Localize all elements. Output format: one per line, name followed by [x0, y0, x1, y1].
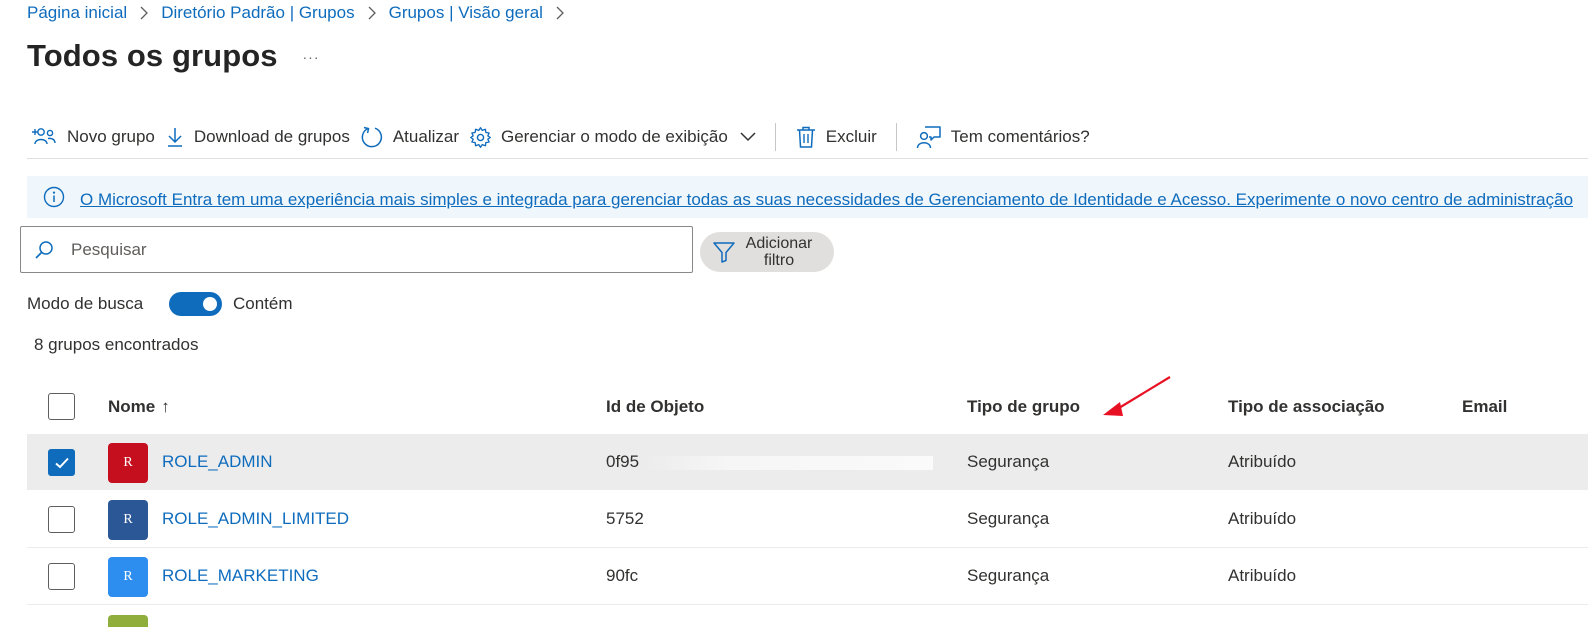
search-icon: [35, 240, 53, 259]
row-checkbox[interactable]: [48, 563, 75, 590]
refresh-icon: [361, 126, 382, 148]
result-count: 8 grupos encontrados: [34, 335, 199, 354]
row-checkbox[interactable]: [48, 506, 75, 533]
download-groups-label: Download de grupos: [193, 127, 350, 146]
table-row[interactable]: R ROLE_ADMIN_LIMITED 5752 Segurança Atri…: [27, 491, 1588, 548]
command-bar: Novo grupo Download de grupos Atualizar …: [27, 118, 1095, 156]
search-mode-label: Modo de busca: [27, 294, 144, 313]
breadcrumb-groups-overview[interactable]: Grupos | Visão geral: [389, 3, 543, 23]
new-group-button[interactable]: Novo grupo: [27, 118, 160, 156]
group-name-link[interactable]: ROLE_ADMIN_LIMITED: [162, 491, 349, 547]
more-options-button[interactable]: ···: [298, 44, 324, 70]
toggle-knob: [203, 297, 217, 311]
feedback-button[interactable]: Tem comentários?: [911, 118, 1095, 156]
table-header-row: Nome ↑ Id de Objeto Tipo de grupo Tipo d…: [27, 380, 1588, 434]
membership-type: Atribuído: [1228, 566, 1297, 585]
search-input[interactable]: [71, 239, 651, 260]
avatar: R: [108, 500, 148, 540]
new-group-icon: [32, 128, 56, 145]
toolbar-divider-line: [27, 158, 1588, 159]
add-filter-label: Adicionar filtro: [745, 235, 813, 269]
chevron-right-icon: [361, 2, 383, 24]
avatar: R: [108, 557, 148, 597]
group-name-link[interactable]: ROLE_MARKETING: [162, 548, 319, 604]
avatar: [108, 615, 148, 627]
toolbar-divider: [895, 123, 897, 151]
redacted-region: [643, 456, 933, 470]
avatar: R: [108, 443, 148, 483]
membership-type: Atribuído: [1228, 509, 1297, 528]
annotation-arrow-icon: [1103, 376, 1171, 416]
group-type: Segurança: [967, 452, 1050, 471]
trash-icon: [796, 126, 815, 148]
search-box: [20, 226, 693, 273]
redacted-region: [643, 570, 933, 584]
download-icon: [167, 128, 182, 147]
filter-icon: [713, 242, 735, 263]
table-row[interactable]: R ROLE_ADMIN 0f95 Segurança Atribuído: [27, 434, 1588, 491]
refresh-label: Atualizar: [392, 127, 459, 146]
gear-icon: [470, 126, 491, 148]
membership-type: Atribuído: [1228, 452, 1297, 471]
group-name-link[interactable]: ROLE_ADMIN: [162, 434, 273, 490]
column-header-membership-type[interactable]: Tipo de associação: [1228, 380, 1385, 434]
delete-label: Excluir: [825, 127, 877, 146]
info-banner: O Microsoft Entra tem uma experiência ma…: [27, 176, 1588, 218]
chevron-down-icon: [740, 132, 756, 142]
column-header-name[interactable]: Nome ↑: [108, 380, 170, 434]
info-icon: [43, 186, 65, 208]
page-title: Todos os grupos: [27, 38, 278, 73]
new-group-label: Novo grupo: [67, 127, 155, 146]
column-header-group-type[interactable]: Tipo de grupo: [967, 380, 1080, 434]
download-groups-button[interactable]: Download de grupos: [160, 118, 355, 156]
search-mode-value: Contém: [233, 294, 293, 313]
breadcrumb: Página inicial Diretório Padrão | Grupos…: [27, 2, 577, 24]
table-row[interactable]: R ROLE_MARKETING 90fc Segurança Atribuíd…: [27, 548, 1588, 605]
row-checkbox[interactable]: [48, 449, 75, 476]
manage-view-button[interactable]: Gerenciar o modo de exibição: [464, 118, 761, 156]
sort-ascending-icon: ↑: [161, 397, 170, 416]
column-name-label: Nome: [108, 397, 156, 416]
search-mode-toggle[interactable]: [169, 292, 222, 316]
add-filter-button[interactable]: Adicionar filtro: [700, 232, 834, 272]
column-header-object-id[interactable]: Id de Objeto: [606, 380, 704, 434]
refresh-button[interactable]: Atualizar: [355, 118, 464, 156]
select-all-checkbox[interactable]: [48, 393, 75, 420]
entra-admin-center-link[interactable]: O Microsoft Entra tem uma experiência ma…: [80, 190, 1573, 210]
toolbar-divider: [774, 123, 776, 151]
delete-button[interactable]: Excluir: [790, 118, 882, 156]
column-header-email[interactable]: Email: [1462, 380, 1507, 434]
chevron-right-icon: [549, 2, 571, 24]
manage-view-label: Gerenciar o modo de exibição: [500, 127, 728, 146]
redacted-region: [643, 513, 933, 527]
feedback-label: Tem comentários?: [950, 127, 1090, 146]
checkmark-icon: [54, 457, 69, 468]
breadcrumb-home[interactable]: Página inicial: [27, 3, 127, 23]
group-type: Segurança: [967, 566, 1050, 585]
table-row-partial: [27, 610, 1588, 627]
group-type: Segurança: [967, 509, 1050, 528]
feedback-icon: [916, 126, 941, 149]
breadcrumb-directory[interactable]: Diretório Padrão | Grupos: [161, 3, 354, 23]
chevron-right-icon: [133, 2, 155, 24]
groups-table: Nome ↑ Id de Objeto Tipo de grupo Tipo d…: [27, 380, 1588, 605]
